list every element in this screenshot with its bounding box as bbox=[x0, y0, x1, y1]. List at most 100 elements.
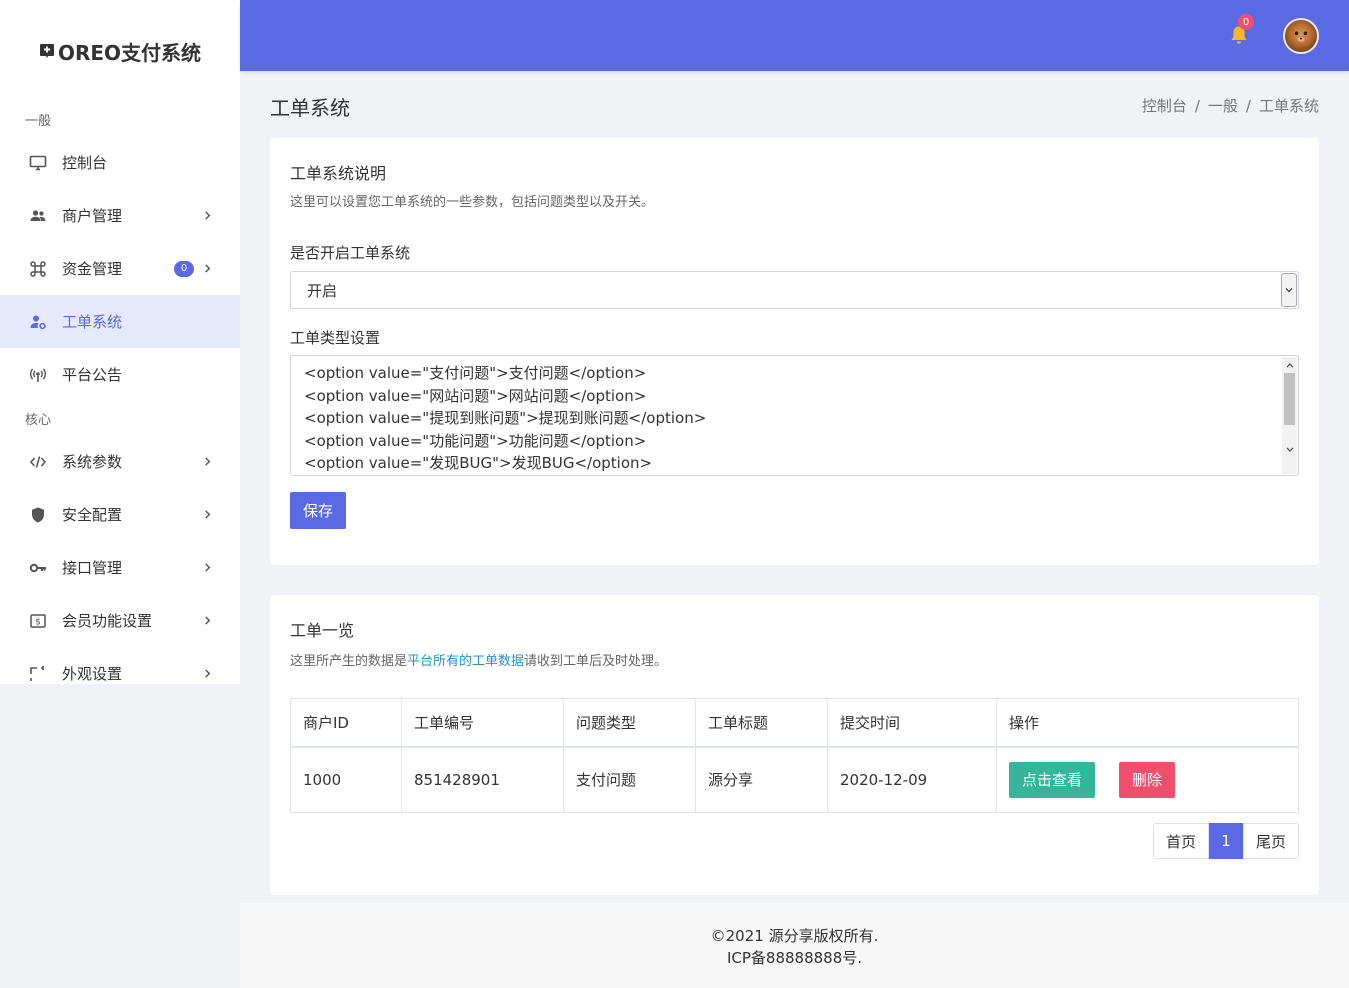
chevron-right-icon bbox=[202, 211, 212, 221]
pagination: 首页 1 尾页 bbox=[1153, 823, 1299, 859]
scrollbar[interactable] bbox=[1282, 357, 1297, 474]
sidebar-item-finance[interactable]: 资金管理 0 bbox=[0, 242, 240, 295]
sidebar-item-label: 平台公告 bbox=[62, 366, 123, 384]
chevron-right-icon bbox=[202, 457, 212, 467]
money-icon: $ bbox=[28, 611, 48, 631]
view-button[interactable]: 点击查看 bbox=[1009, 761, 1095, 798]
users-icon bbox=[28, 206, 48, 226]
sidebar-item-label: 资金管理 bbox=[62, 260, 123, 278]
textarea-line: <option value="提现到账问题">提现到账问题</option> bbox=[304, 409, 707, 427]
current-page-button[interactable]: 1 bbox=[1209, 823, 1243, 859]
chevron-right-icon bbox=[202, 616, 212, 626]
ticket-table: 商户ID 工单编号 问题类型 工单标题 提交时间 操作 1000 8514289… bbox=[290, 698, 1299, 813]
cell-ticket-no: 851428901 bbox=[401, 746, 564, 813]
table-header-row: 商户ID 工单编号 问题类型 工单标题 提交时间 操作 bbox=[290, 698, 1299, 748]
sidebar-item-label: 控制台 bbox=[62, 154, 108, 172]
cell-time: 2020-12-09 bbox=[827, 746, 997, 813]
column-header: 工单编号 bbox=[401, 698, 564, 748]
breadcrumb-item-current: 工单系统 bbox=[1258, 97, 1319, 115]
scroll-down-icon[interactable] bbox=[1285, 445, 1294, 454]
sidebar-item-label: 会员功能设置 bbox=[62, 612, 153, 630]
sidebar-item-merchants[interactable]: 商户管理 bbox=[0, 189, 240, 242]
breadcrumb-separator: / bbox=[1194, 97, 1200, 115]
sidebar-item-announcements[interactable]: 平台公告 bbox=[0, 348, 240, 401]
section-title-general: 一般 bbox=[25, 113, 52, 129]
types-label: 工单类型设置 bbox=[290, 329, 381, 347]
command-icon bbox=[28, 259, 48, 279]
layout-plus-icon bbox=[28, 664, 48, 684]
broadcast-icon bbox=[28, 365, 48, 385]
cell-merchant-id: 1000 bbox=[290, 746, 402, 813]
sidebar-item-label: 系统参数 bbox=[62, 453, 123, 471]
plus-square-icon bbox=[39, 43, 55, 59]
section-title-core: 核心 bbox=[25, 412, 52, 428]
sidebar-item-tickets[interactable]: 工单系统 bbox=[0, 295, 240, 348]
sidebar-item-security[interactable]: 安全配置 bbox=[0, 488, 240, 541]
first-page-button[interactable]: 首页 bbox=[1153, 823, 1209, 859]
breadcrumb-item-general[interactable]: 一般 bbox=[1208, 97, 1238, 115]
sidebar-item-membership[interactable]: $ 会员功能设置 bbox=[0, 594, 240, 647]
scroll-thumb[interactable] bbox=[1284, 373, 1295, 425]
breadcrumb-item-dashboard[interactable]: 控制台 bbox=[1142, 97, 1187, 115]
page-title: 工单系统 bbox=[270, 96, 350, 120]
subtitle-prefix: 这里所产生的数据是 bbox=[290, 654, 408, 669]
shield-icon bbox=[28, 505, 48, 525]
avatar[interactable] bbox=[1283, 18, 1319, 54]
chevron-right-icon bbox=[202, 510, 212, 520]
card-title: 工单一览 bbox=[290, 621, 355, 640]
chevron-right-icon bbox=[202, 669, 212, 679]
card-subtitle: 这里所产生的数据是平台所有的工单数据请收到工单后及时处理。 bbox=[290, 650, 667, 669]
sidebar-item-label: 商户管理 bbox=[62, 207, 123, 225]
top-bar: 0 bbox=[240, 0, 1349, 71]
textarea-line: <option value="网站问题">网站问题</option> bbox=[304, 386, 647, 405]
sidebar-item-label: 接口管理 bbox=[62, 559, 123, 577]
chevron-down-icon bbox=[1281, 273, 1297, 307]
ticket-settings-card: 工单系统说明 这里可以设置您工单系统的一些参数，包括问题类型以及开关。 是否开启… bbox=[270, 138, 1319, 565]
breadcrumb-separator: / bbox=[1245, 97, 1251, 115]
key-icon bbox=[28, 558, 48, 578]
column-header: 提交时间 bbox=[827, 698, 997, 748]
scroll-up-icon[interactable] bbox=[1285, 360, 1294, 369]
notification-badge: 0 bbox=[1238, 14, 1254, 30]
ticket-types-textarea[interactable]: <option value="支付问题">支付问题</option> <optio… bbox=[290, 355, 1299, 476]
count-badge: 0 bbox=[174, 260, 194, 277]
breadcrumb: 控制台 / 一般 / 工单系统 bbox=[1142, 95, 1319, 116]
footer: ©2021 源分享版权所有. ICP备88888888号. bbox=[240, 903, 1349, 988]
column-header: 商户ID bbox=[290, 698, 402, 748]
table-row: 1000 851428901 支付问题 源分享 2020-12-09 点击查看删… bbox=[290, 746, 1299, 813]
enable-label: 是否开启工单系统 bbox=[290, 244, 411, 262]
column-header: 操作 bbox=[996, 698, 1299, 748]
all-tickets-link[interactable]: 平台所有的工单数据 bbox=[407, 654, 524, 669]
chevron-right-icon bbox=[202, 563, 212, 573]
sidebar-item-label: 工单系统 bbox=[62, 313, 123, 331]
column-header: 工单标题 bbox=[695, 698, 828, 748]
copyright-text: ©2021 源分享版权所有. bbox=[710, 927, 879, 945]
sidebar-item-label: 外观设置 bbox=[62, 665, 123, 683]
last-page-button[interactable]: 尾页 bbox=[1243, 823, 1299, 859]
textarea-line: <option value="功能问题">功能问题</option> bbox=[304, 431, 647, 450]
subtitle-suffix: 请收到工单后及时处理。 bbox=[524, 654, 668, 669]
cell-type: 支付问题 bbox=[563, 746, 696, 813]
enable-select[interactable]: 开启 bbox=[290, 271, 1299, 309]
code-icon bbox=[28, 452, 48, 472]
save-button[interactable]: 保存 bbox=[290, 492, 346, 529]
icp-text: ICP备88888888号. bbox=[726, 949, 863, 967]
ticket-list-card: 工单一览 这里所产生的数据是平台所有的工单数据请收到工单后及时处理。 商户ID … bbox=[270, 595, 1319, 895]
sidebar-item-appearance[interactable]: 外观设置 bbox=[0, 647, 240, 684]
chevron-right-icon bbox=[202, 264, 212, 274]
textarea-line: <option value="发现BUG">发现BUG</option> bbox=[304, 454, 653, 472]
sidebar: OREO支付系统 一般 控制台 商户管理 资金管理 0 工单系统 平台公告 核心… bbox=[0, 0, 240, 684]
svg-text:$: $ bbox=[35, 617, 41, 627]
brand-name: OREO支付系统 bbox=[57, 40, 202, 65]
cell-title: 源分享 bbox=[695, 746, 828, 813]
card-subtitle: 这里可以设置您工单系统的一些参数，包括问题类型以及开关。 bbox=[290, 195, 655, 210]
sidebar-item-api[interactable]: 接口管理 bbox=[0, 541, 240, 594]
cell-actions: 点击查看 删除 bbox=[996, 746, 1299, 813]
textarea-line: <option value="支付问题">支付问题</option> bbox=[304, 364, 647, 382]
sidebar-item-system-params[interactable]: 系统参数 bbox=[0, 435, 240, 488]
sidebar-item-dashboard[interactable]: 控制台 bbox=[0, 136, 240, 189]
brand[interactable]: OREO支付系统 bbox=[0, 0, 240, 102]
delete-button[interactable]: 删除 bbox=[1119, 761, 1175, 798]
column-header: 问题类型 bbox=[563, 698, 696, 748]
monitor-icon bbox=[28, 153, 48, 173]
